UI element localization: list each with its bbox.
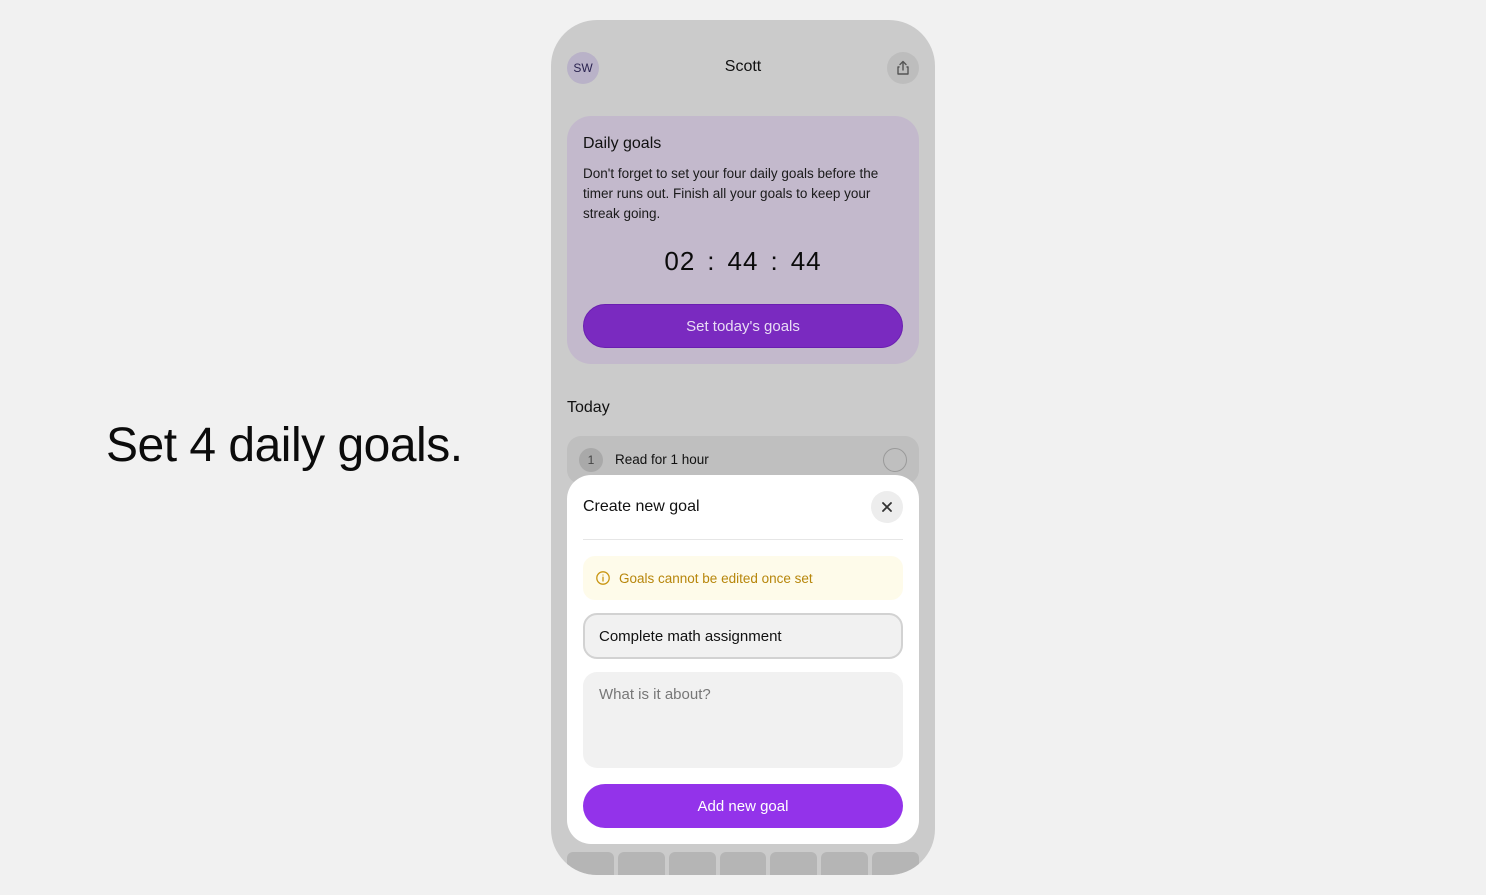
add-new-goal-button[interactable]: Add new goal [583,784,903,828]
share-button[interactable] [887,52,919,84]
goal-checkbox[interactable] [883,448,907,472]
today-section-label: Today [567,399,610,416]
phone-screen: SW Scott Daily goals Don't forget to set… [551,20,935,875]
close-button[interactable] [871,491,903,523]
info-icon [596,571,610,585]
top-bar: SW Scott [551,20,935,116]
keyboard-key[interactable] [821,852,869,875]
modal-title: Create new goal [583,498,700,515]
keyboard-key[interactable] [770,852,818,875]
timer-separator: : [707,246,716,276]
daily-goals-card: Daily goals Don't forget to set your fou… [567,116,919,364]
daily-goals-title: Daily goals [583,135,662,152]
keyboard-key[interactable] [617,852,665,875]
timer-hours: 02 [664,246,696,276]
timer-separator: : [770,246,779,276]
timer-seconds: 44 [790,246,822,276]
countdown-timer: 02:44:44 [567,246,919,277]
goal-text: Read for 1 hour [615,452,709,467]
goal-number: 1 [579,448,603,472]
divider [583,539,903,540]
daily-goals-description: Don't forget to set your four daily goal… [583,166,879,221]
keyboard-key[interactable] [719,852,767,875]
keyboard-key[interactable] [567,852,614,875]
headline: Set 4 daily goals. [106,419,463,472]
notice-text: Goals cannot be edited once set [619,570,813,586]
keyboard-key[interactable] [668,852,716,875]
create-goal-modal: Create new goal Goals cannot be edited o… [567,475,919,844]
goal-description-input[interactable] [583,672,903,768]
share-icon [897,60,909,75]
keyboard-key[interactable] [872,852,920,875]
close-icon [882,502,892,512]
keyboard-row [567,852,920,875]
set-todays-goals-button[interactable]: Set today's goals [583,304,903,348]
goal-title-input[interactable] [583,613,903,659]
user-name: Scott [724,58,762,75]
warning-notice: Goals cannot be edited once set [583,556,903,600]
timer-minutes: 44 [727,246,759,276]
